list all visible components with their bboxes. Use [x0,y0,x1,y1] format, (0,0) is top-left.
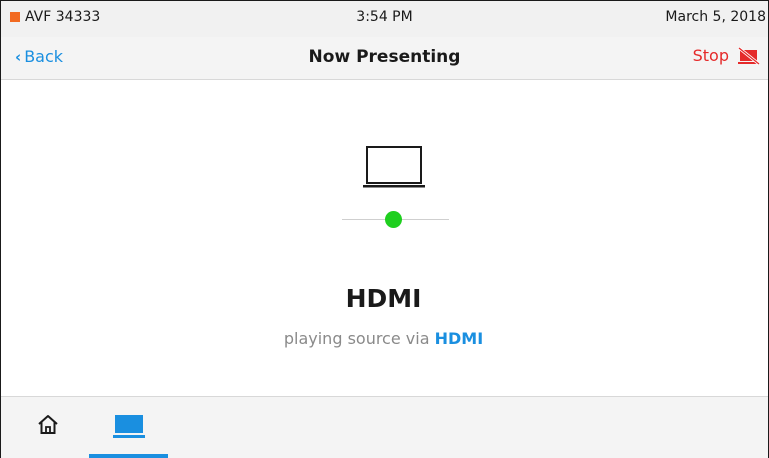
source-title: HDMI [345,284,422,313]
clock: 3:54 PM [356,9,413,25]
source-status-indicator [385,211,402,228]
laptop-icon [363,146,425,188]
home-button[interactable] [37,413,59,439]
stop-button[interactable]: Stop [693,46,760,65]
source-caption: playing source via HDMI [0,329,767,348]
page-title: Now Presenting [308,47,461,67]
caption-prefix: playing source via [283,329,430,348]
stop-label: Stop [692,46,729,65]
status-bar: AVF 34333 3:54 PM March 5, 2018 [1,1,768,37]
laptop-icon [113,415,145,438]
caption-source: HDMI [434,329,484,348]
nav-bar: ‹ Back Now Presenting Stop [1,37,768,80]
date: March 5, 2018 [665,9,766,25]
selected-tab-indicator [89,454,168,458]
bottom-bar [1,396,768,458]
stop-presenting-icon [738,46,760,65]
home-icon [38,415,58,434]
source-tab[interactable] [89,397,168,458]
